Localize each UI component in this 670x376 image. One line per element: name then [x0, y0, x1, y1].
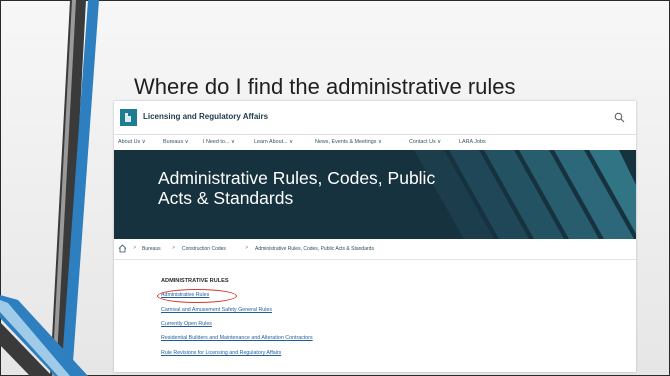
nav-contact-us[interactable]: Contact Us ∨: [409, 139, 441, 145]
nav-lara-jobs[interactable]: LARA Jobs: [459, 139, 486, 145]
link-carnival-amusement-rules[interactable]: Carnival and Amusement Safety General Ru…: [161, 307, 272, 313]
breadcrumb-current: Administrative Rules, Codes, Public Acts…: [255, 246, 374, 252]
nav-bureaus[interactable]: Bureaus ∨: [163, 139, 189, 145]
slide-decoration: [0, 0, 99, 376]
section-heading: ADMINISTRATIVE RULES: [161, 278, 229, 284]
hero-banner: Administrative Rules, Codes, Public Acts…: [114, 150, 636, 239]
nav-news-events[interactable]: News, Events & Meetings ∨: [315, 139, 382, 145]
link-residential-builders[interactable]: Residential Builders and Maintenance and…: [161, 335, 313, 341]
breadcrumb-separator: >: [172, 245, 176, 251]
nav-i-need-to[interactable]: I Need to... ∨: [203, 139, 235, 145]
main-nav: About Us ∨ Bureaus ∨ I Need to... ∨ Lear…: [114, 134, 636, 151]
slide-title: Where do I find the administrative rules: [134, 74, 516, 99]
breadcrumb: > Bureaus > Construction Codes > Adminis…: [114, 239, 636, 260]
website-screenshot: Licensing and Regulatory Affairs About U…: [114, 101, 636, 372]
site-header: Licensing and Regulatory Affairs: [114, 101, 636, 134]
search-icon[interactable]: [614, 112, 625, 123]
breadcrumb-bureaus[interactable]: Bureaus: [142, 246, 161, 252]
breadcrumb-separator: >: [245, 245, 249, 251]
link-rule-revisions[interactable]: Rule Revisions for Licensing and Regulat…: [161, 350, 281, 356]
link-currently-open-rules[interactable]: Currently Open Rules: [161, 321, 212, 327]
highlight-circle: [157, 289, 237, 303]
nav-about-us[interactable]: About Us ∨: [118, 139, 146, 145]
breadcrumb-construction-codes[interactable]: Construction Codes: [182, 246, 226, 252]
hero-title: Administrative Rules, Codes, Public Acts…: [158, 168, 436, 208]
logo-icon[interactable]: [120, 109, 137, 126]
site-name[interactable]: Licensing and Regulatory Affairs: [143, 112, 268, 121]
nav-learn-about[interactable]: Learn About... ∨: [254, 139, 293, 145]
breadcrumb-separator: >: [133, 245, 137, 251]
home-icon[interactable]: [118, 244, 127, 253]
